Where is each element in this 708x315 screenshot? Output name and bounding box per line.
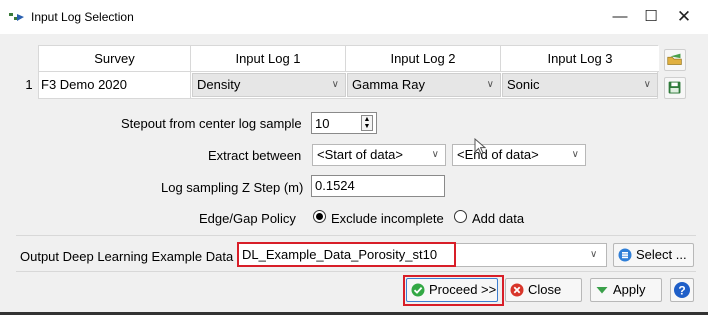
database-icon [618,248,632,262]
close-button[interactable]: Close [505,278,582,302]
chevron-down-icon: ∨ [643,79,651,90]
col-header-input-log-1: Input Log 1 [191,46,346,72]
chevron-down-icon: ∨ [431,149,439,160]
input-log-3-value: Sonic [507,77,540,92]
extract-end-value: <End of data> [457,147,539,162]
add-data-label[interactable]: Add data [472,211,524,226]
col-header-survey: Survey [39,46,191,72]
minimize-button[interactable]: — [605,4,635,30]
input-log-2-value: Gamma Ray [352,77,425,92]
extract-label: Extract between [208,148,302,163]
row-number: 1 [25,77,33,92]
input-log-selection-dialog: Input Log Selection — ☐ ✕ 1 Survey Input… [0,0,708,315]
folder-open-icon [667,53,682,65]
input-log-1-select[interactable]: Density ∨ [192,73,346,97]
chevron-down-icon[interactable]: ∨ [590,249,597,260]
stepout-label: Stepout from center log sample [121,116,302,131]
log-table: Survey Input Log 1 Input Log 2 Input Log… [38,45,659,99]
spin-arrows-icon[interactable]: ▲ ▼ [361,115,373,131]
input-log-2-select[interactable]: Gamma Ray ∨ [347,73,501,97]
chevron-down-icon: ∨ [486,79,494,90]
close-label: Close [528,282,562,297]
exclude-incomplete-radio[interactable] [313,210,326,223]
stepout-value: 10 [315,116,330,131]
save-icon [668,81,681,94]
divider [16,235,696,236]
save-button[interactable] [664,77,686,99]
survey-cell[interactable]: F3 Demo 2020 [39,72,191,98]
select-label: Select ... [636,247,687,262]
chevron-down-icon: ∨ [571,149,579,160]
svg-text:?: ? [678,284,685,298]
close-window-button[interactable]: ✕ [669,4,699,30]
add-data-radio[interactable] [454,210,467,223]
output-label: Output Deep Learning Example Data [20,249,234,264]
close-circle-icon [510,283,524,297]
select-button[interactable]: Select ... [613,243,694,267]
proceed-highlight-box [403,275,504,306]
output-highlight-box [237,242,456,267]
stepout-spinbox[interactable]: 10 ▲ ▼ [311,112,377,134]
window-title: Input Log Selection [31,10,134,24]
extract-end-select[interactable]: <End of data> ∨ [452,144,586,166]
apply-button[interactable]: Apply [590,278,662,302]
zstep-label: Log sampling Z Step (m) [161,180,304,195]
help-button[interactable]: ? [670,278,694,302]
table-row: F3 Demo 2020 Density ∨ Gamma Ray ∨ Sonic… [39,72,659,98]
open-button[interactable] [664,49,686,71]
input-log-3-select[interactable]: Sonic ∨ [502,73,658,97]
col-header-input-log-2: Input Log 2 [346,46,501,72]
triangle-down-icon [596,287,608,294]
extract-start-select[interactable]: <Start of data> ∨ [312,144,446,166]
col-header-input-log-3: Input Log 3 [547,51,613,66]
title-bar: Input Log Selection — ☐ ✕ [0,0,708,34]
help-icon: ? [674,282,690,298]
chevron-down-icon: ∨ [331,79,339,90]
app-log-icon [9,13,24,21]
zstep-input[interactable]: 0.1524 [311,175,445,197]
mouse-cursor-icon [474,138,487,155]
edge-gap-policy-label: Edge/Gap Policy [199,211,296,226]
extract-start-value: <Start of data> [317,147,404,162]
table-header: Survey Input Log 1 Input Log 2 Input Log… [39,46,659,72]
input-log-1-value: Density [197,77,241,92]
maximize-button[interactable]: ☐ [636,4,666,30]
apply-label: Apply [613,282,646,297]
divider [16,271,696,272]
exclude-incomplete-label[interactable]: Exclude incomplete [331,211,444,226]
